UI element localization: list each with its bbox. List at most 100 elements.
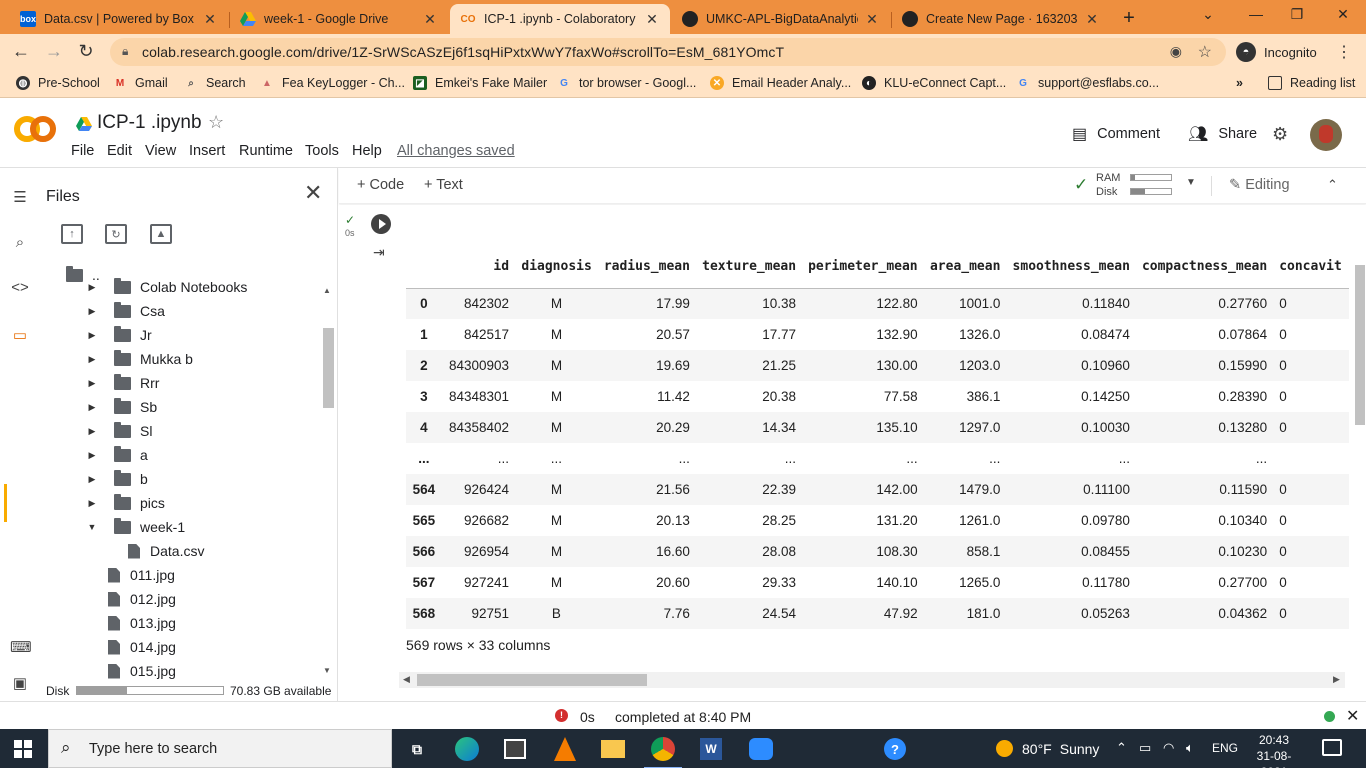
bookmark-item[interactable]: M Gmail (113, 76, 168, 90)
volume-icon[interactable]: 🔈︎ (1186, 740, 1194, 756)
edge-icon[interactable] (452, 734, 482, 764)
browser-tab[interactable]: week-1 - Google Drive ✕ (230, 4, 448, 34)
browser-menu-icon[interactable]: ⋮ (1336, 42, 1352, 62)
task-view-icon[interactable]: ⧉ (402, 734, 432, 764)
tree-row-folder[interactable]: ▶ Colab Notebooks (86, 275, 247, 299)
upload-file-icon[interactable]: ↑ (61, 224, 83, 244)
tree-row-folder[interactable]: ▶ a (86, 443, 148, 467)
chevron-right-icon[interactable]: ▶ (86, 378, 98, 389)
bookmark-item[interactable]: ◪ Emkei's Fake Mailer (413, 76, 547, 90)
google-drive-icon[interactable] (76, 117, 92, 136)
forward-arrow-icon[interactable]: → (43, 41, 65, 62)
address-bar[interactable]: 🔒︎ colab.research.google.com/drive/1Z-Sr… (110, 38, 1226, 66)
reading-list-button[interactable]: Reading list (1268, 76, 1355, 90)
minimize-window-button[interactable]: — (1245, 6, 1267, 22)
close-tab-icon[interactable]: ✕ (422, 11, 438, 28)
zoom-icon[interactable] (746, 734, 776, 764)
battery-icon[interactable]: ▭ (1139, 740, 1151, 756)
chevron-right-icon[interactable]: ▶ (86, 282, 98, 293)
tree-row-folder[interactable]: ▶ Jr (86, 323, 152, 347)
browser-tab[interactable]: UMKC-APL-BigDataAnalytics/ ✕ (672, 4, 890, 34)
collapse-header-icon[interactable]: ⌃ (1327, 177, 1338, 193)
avatar[interactable] (1310, 119, 1342, 151)
browser-tab[interactable]: Create New Page · 16320363 ✕ (892, 4, 1110, 34)
menu-tools[interactable]: Tools (305, 143, 339, 159)
menu-file[interactable]: File (71, 143, 94, 159)
refresh-folder-icon[interactable]: ↻ (105, 224, 127, 244)
bookmark-item[interactable]: ✕ Email Header Analy... (710, 76, 851, 90)
dropdown-caret-icon[interactable]: ▼ (1186, 177, 1196, 188)
restore-window-button[interactable]: ❐ (1286, 6, 1308, 23)
command-palette-icon[interactable]: ⌨ (10, 638, 32, 656)
scroll-up-icon[interactable]: ▲ (323, 286, 331, 295)
table-of-contents-icon[interactable]: ☰ (10, 188, 30, 206)
comment-button[interactable]: ▤ Comment (1072, 124, 1160, 144)
add-code-cell-button[interactable]: + Code (357, 177, 404, 193)
add-text-cell-button[interactable]: + Text (424, 177, 463, 193)
chevron-right-icon[interactable]: ▶ (86, 498, 98, 509)
chevron-right-icon[interactable]: ▶ (86, 306, 98, 317)
notifications-icon[interactable] (1322, 739, 1342, 756)
tree-row-folder[interactable]: ▶ Mukka b (86, 347, 193, 371)
menu-help[interactable]: Help (352, 143, 382, 159)
show-hidden-icons-icon[interactable]: ⌃ (1116, 740, 1127, 756)
tab-search-icon[interactable]: ⌄ (1197, 6, 1219, 23)
settings-gear-icon[interactable]: ⚙ (1272, 124, 1288, 145)
chevron-right-icon[interactable]: ▶ (86, 426, 98, 437)
tree-row-file[interactable]: 011.jpg (108, 563, 175, 587)
file-tree-scrollbar[interactable]: ▲ ▼ (320, 286, 334, 678)
mount-drive-icon[interactable]: ▲ (150, 224, 172, 244)
chevron-right-icon[interactable]: ▶ (86, 330, 98, 341)
terminal-icon[interactable]: ▣ (10, 674, 30, 692)
close-icon[interactable]: ✕ (304, 180, 322, 206)
bookmark-item[interactable]: Gsupport@esflabs.co... (1016, 76, 1159, 90)
taskbar-clock[interactable]: 20:43 31-08-2021 (1250, 732, 1298, 768)
browser-tab[interactable]: box Data.csv | Powered by Box ✕ (10, 4, 228, 34)
weather-widget[interactable]: 80°F Sunny (996, 740, 1099, 757)
taskbar-search-box[interactable]: ⌕ Type here to search (48, 729, 392, 768)
bookmark-item[interactable]: ◐ KLU-eConnect Capt... (862, 76, 1006, 90)
search-icon[interactable]: ⌕ (10, 234, 30, 251)
share-button[interactable]: 👥︎ Share (1188, 124, 1257, 144)
microsoft-store-icon[interactable] (500, 734, 530, 764)
output-actions-icon[interactable]: ⇥ (373, 244, 385, 261)
menu-runtime[interactable]: Runtime (239, 143, 293, 159)
scroll-left-icon[interactable]: ◀ (403, 674, 410, 685)
output-horizontal-scrollbar[interactable]: ◀ ▶ (399, 672, 1345, 688)
word-icon[interactable]: W (696, 734, 726, 764)
url-text[interactable]: colab.research.google.com/drive/1Z-SrWSc… (142, 44, 784, 60)
language-indicator[interactable]: ENG (1212, 741, 1238, 755)
tree-row-file[interactable]: Data.csv (128, 539, 204, 563)
windows-start-icon[interactable] (14, 740, 32, 758)
wifi-icon[interactable]: ◠ (1163, 740, 1174, 756)
tree-row-file[interactable]: 014.jpg (108, 635, 176, 659)
close-tab-icon[interactable]: ✕ (1084, 11, 1100, 28)
bookmark-star-icon[interactable]: ☆ (1198, 42, 1212, 62)
tree-row-folder[interactable]: ▶ Csa (86, 299, 165, 323)
new-tab-button[interactable]: + (1118, 7, 1140, 30)
bookmark-item[interactable]: ◍ Pre-School (16, 76, 100, 90)
scroll-down-icon[interactable]: ▼ (323, 666, 331, 675)
tree-row-folder[interactable]: ▶ Sl (86, 419, 152, 443)
tree-row-folder[interactable]: ▶ pics (86, 491, 165, 515)
chevron-down-icon[interactable]: ▼ (86, 522, 98, 532)
chevron-right-icon[interactable]: ▶ (86, 354, 98, 365)
more-bookmarks-icon[interactable]: » (1236, 76, 1243, 90)
bookmark-item[interactable]: ▲ Fea KeyLogger - Ch... (260, 76, 405, 90)
error-icon[interactable]: ! (555, 709, 568, 722)
tree-row-folder[interactable]: ▶ b (86, 467, 148, 491)
colab-logo-icon[interactable] (14, 116, 56, 146)
chevron-right-icon[interactable]: ▶ (86, 450, 98, 461)
tree-row-file[interactable]: 013.jpg (108, 611, 176, 635)
chevron-right-icon[interactable]: ▶ (86, 402, 98, 413)
close-tab-icon[interactable]: ✕ (644, 11, 660, 28)
scrollbar-thumb[interactable] (417, 674, 647, 686)
help-icon[interactable]: ? (880, 734, 910, 764)
browser-tab-active[interactable]: CO ICP-1 .ipynb - Colaboratory ✕ (450, 4, 670, 34)
bookmark-item[interactable]: Gtor browser - Googl... (557, 76, 696, 90)
star-icon[interactable]: ☆ (208, 112, 224, 133)
tree-row-folder[interactable]: ▼ week-1 (86, 515, 185, 539)
eye-off-icon[interactable]: ◉ (1170, 43, 1182, 60)
code-snippets-icon[interactable]: <> (10, 279, 30, 296)
lock-icon[interactable]: 🔒︎ (122, 44, 128, 59)
